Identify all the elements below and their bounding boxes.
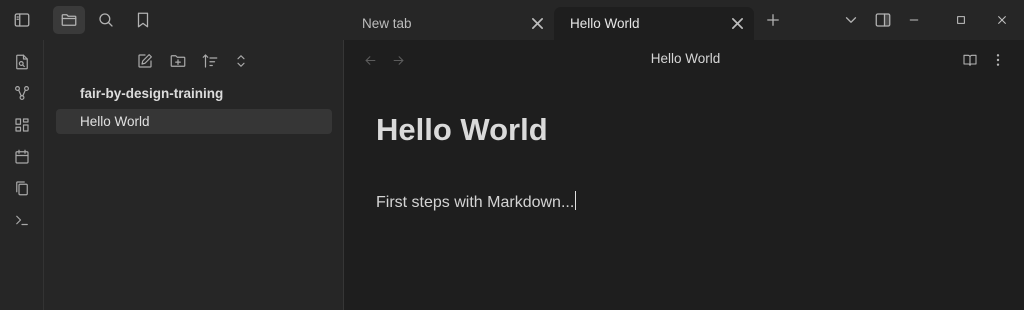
reading-view-icon[interactable] xyxy=(960,50,980,70)
editor-view: Hello World Hello World First steps with… xyxy=(345,40,1024,310)
view-title[interactable]: Hello World xyxy=(345,51,1024,66)
sort-icon[interactable] xyxy=(197,50,223,72)
document-paragraph[interactable]: First steps with Markdown... xyxy=(376,191,577,212)
tab-label: Hello World xyxy=(570,16,640,31)
tab-new-tab[interactable]: New tab xyxy=(346,7,554,40)
close-icon[interactable] xyxy=(726,13,748,35)
folder-icon[interactable] xyxy=(53,6,85,34)
templates-icon[interactable] xyxy=(11,177,33,199)
title-bar: New tab Hello World xyxy=(0,0,1024,40)
minimize-icon[interactable] xyxy=(898,6,930,34)
chevron-down-icon[interactable] xyxy=(835,6,867,34)
sidebar-toggle-icon[interactable] xyxy=(6,6,38,34)
vault-folder[interactable]: fair-by-design-training xyxy=(80,86,223,101)
canvas-icon[interactable] xyxy=(11,114,33,136)
file-item-hello-world[interactable]: Hello World xyxy=(56,109,332,134)
tab-hello-world[interactable]: Hello World xyxy=(554,7,754,40)
left-ribbon xyxy=(0,40,44,310)
daily-note-icon[interactable] xyxy=(11,146,33,168)
document-heading[interactable]: Hello World xyxy=(376,112,548,148)
paragraph-text: First steps with Markdown... xyxy=(376,194,575,211)
close-icon[interactable] xyxy=(526,13,548,35)
collapse-icon[interactable] xyxy=(228,50,254,72)
new-note-icon[interactable] xyxy=(132,50,158,72)
new-folder-icon[interactable] xyxy=(165,50,191,72)
file-explorer: fair-by-design-training Hello World xyxy=(44,40,344,310)
command-palette-icon[interactable] xyxy=(11,209,33,231)
open-quick-switcher-icon[interactable] xyxy=(11,51,33,73)
window-close-icon[interactable] xyxy=(986,6,1018,34)
maximize-icon[interactable] xyxy=(945,6,977,34)
search-icon[interactable] xyxy=(90,6,122,34)
bookmark-icon[interactable] xyxy=(127,6,159,34)
tab-label: New tab xyxy=(362,16,412,31)
text-cursor xyxy=(575,191,577,210)
more-options-icon[interactable] xyxy=(988,50,1008,70)
graph-view-icon[interactable] xyxy=(11,82,33,104)
right-sidebar-toggle-icon[interactable] xyxy=(867,6,899,34)
plus-icon[interactable] xyxy=(757,6,789,34)
